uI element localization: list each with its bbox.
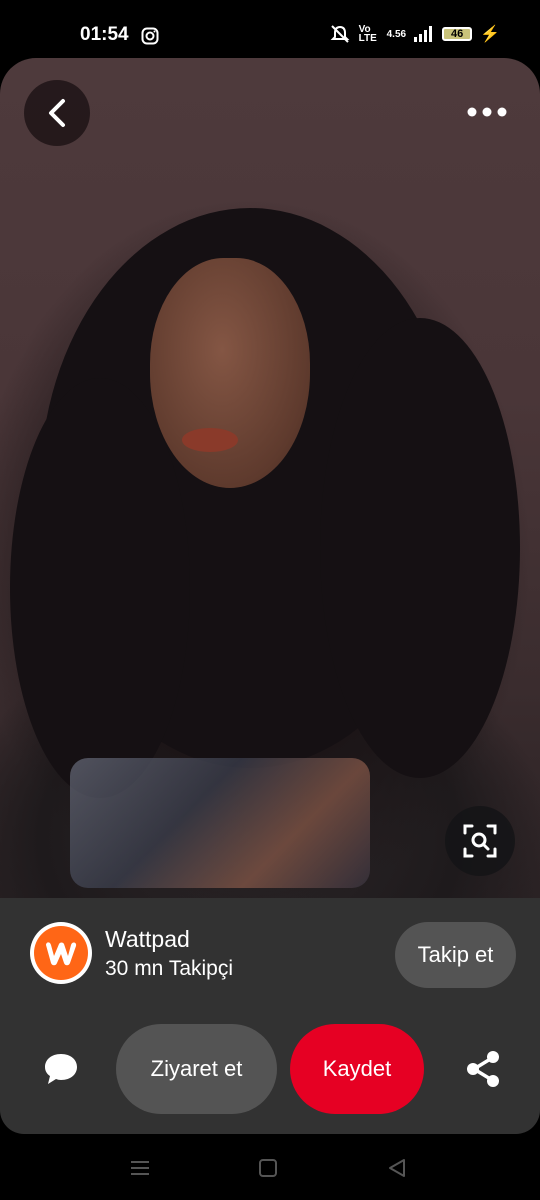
comment-button[interactable] xyxy=(38,1046,84,1092)
image-face xyxy=(150,258,310,488)
status-bar: 01:54 Vo LTE 4.56 46 ⚡ xyxy=(0,0,540,58)
follower-count: 30 mn Takipçi xyxy=(105,957,234,980)
navigation-bar xyxy=(0,1134,540,1200)
back-nav-button[interactable] xyxy=(383,1154,411,1182)
mute-icon xyxy=(330,25,350,43)
status-icons: Vo LTE 4.56 46 ⚡ xyxy=(329,24,500,44)
pin-image[interactable] xyxy=(0,58,540,898)
image-shirt-print xyxy=(70,758,370,888)
follow-button[interactable]: Takip et xyxy=(395,922,516,988)
profile-name[interactable]: Wattpad xyxy=(105,926,190,953)
visual-search-icon xyxy=(463,824,497,858)
battery-icon: 46 xyxy=(442,27,473,41)
image-hair-left xyxy=(10,378,190,798)
volte-label: Vo LTE xyxy=(358,24,377,44)
instagram-icon xyxy=(141,27,159,45)
more-options-button[interactable] xyxy=(464,90,510,134)
wattpad-w-icon xyxy=(46,942,77,966)
save-button[interactable]: Kaydet xyxy=(290,1024,424,1114)
image-lips xyxy=(182,428,238,452)
share-button[interactable] xyxy=(460,1046,506,1092)
home-button[interactable] xyxy=(254,1154,282,1182)
wattpad-logo xyxy=(34,926,88,980)
network-speed: 4.56 xyxy=(386,28,407,40)
signal-icon xyxy=(414,26,433,42)
more-dots-icon xyxy=(467,107,507,117)
charging-icon: ⚡ xyxy=(480,26,500,43)
visual-search-button[interactable] xyxy=(445,806,515,876)
share-icon xyxy=(467,1051,499,1087)
status-time: 01:54 xyxy=(80,24,129,45)
back-icon xyxy=(389,1159,405,1177)
comment-icon xyxy=(45,1054,77,1084)
profile-avatar[interactable] xyxy=(30,922,92,984)
pin-details-panel: Wattpad 30 mn Takipçi Takip et Ziyaret e… xyxy=(0,898,540,1134)
visit-button[interactable]: Ziyaret et xyxy=(116,1024,277,1114)
home-icon xyxy=(259,1159,277,1177)
recent-apps-button[interactable] xyxy=(126,1154,154,1182)
image-hair-right xyxy=(320,318,520,778)
back-button[interactable] xyxy=(24,80,90,146)
chevron-left-icon xyxy=(49,99,65,127)
menu-icon xyxy=(131,1161,149,1175)
